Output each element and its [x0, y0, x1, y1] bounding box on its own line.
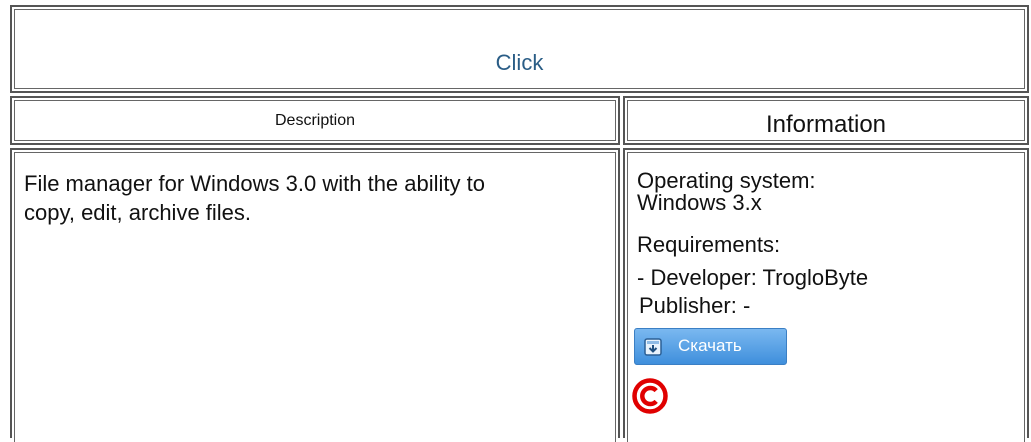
- information-cell-inner: Operating system: Windows 3.x Requiremen…: [627, 152, 1025, 442]
- description-cell-inner: File manager for Windows 3.0 with the ab…: [14, 152, 616, 442]
- information-header-inner: Information: [627, 100, 1025, 141]
- title-cell: Click: [10, 5, 1029, 93]
- title-cell-inner: Click: [14, 9, 1025, 89]
- download-button-label: Скачать: [678, 336, 742, 355]
- requirements-label: Requirements:: [637, 232, 781, 257]
- description-text: File manager for Windows 3.0 with the ab…: [24, 171, 485, 225]
- developer-line: - Developer: TrogloByte: [637, 265, 869, 290]
- description-header-inner: Description: [14, 100, 616, 141]
- information-header: Information: [765, 111, 887, 138]
- download-button[interactable]: Скачать: [634, 328, 787, 365]
- click-link[interactable]: Click: [15, 50, 1024, 76]
- description-header-cell: Description: [10, 96, 620, 145]
- information-cell: Operating system: Windows 3.x Requiremen…: [623, 148, 1029, 442]
- download-icon: [644, 338, 662, 356]
- os-value: Windows 3.x: [637, 190, 762, 215]
- publisher-line: Publisher: -: [639, 293, 751, 318]
- description-header: Description: [274, 112, 356, 129]
- copyright-icon: [632, 378, 668, 414]
- information-header-cell: Information: [623, 96, 1029, 145]
- description-cell: File manager for Windows 3.0 with the ab…: [10, 148, 620, 442]
